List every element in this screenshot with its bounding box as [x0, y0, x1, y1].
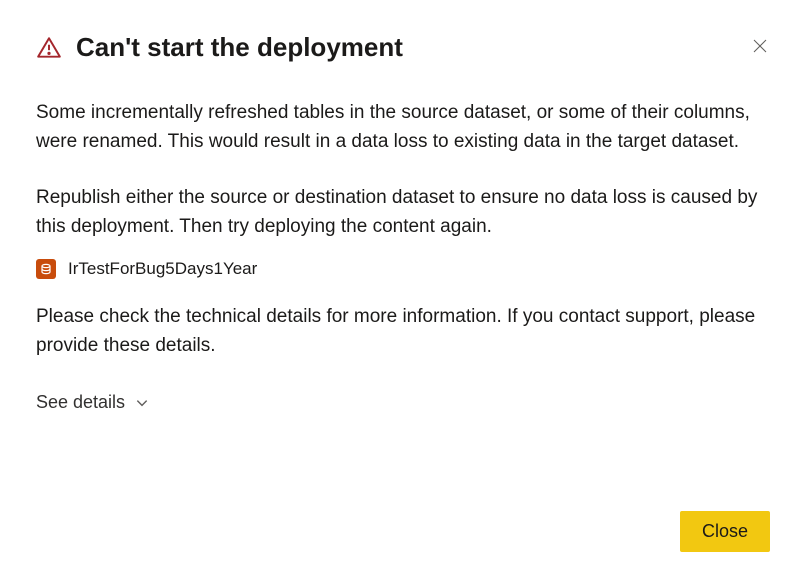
- dataset-row: IrTestForBug5Days1Year: [36, 259, 770, 279]
- dataset-icon: [36, 259, 56, 279]
- message-paragraph-3: Please check the technical details for m…: [36, 303, 770, 360]
- error-dialog: Can't start the deployment Some incremen…: [0, 0, 806, 580]
- warning-icon: [36, 35, 62, 61]
- dialog-header: Can't start the deployment: [36, 32, 770, 63]
- dialog-body: Some incrementally refreshed tables in t…: [36, 99, 770, 413]
- see-details-toggle[interactable]: See details: [36, 392, 149, 413]
- dialog-title: Can't start the deployment: [76, 32, 403, 63]
- message-paragraph-1: Some incrementally refreshed tables in t…: [36, 99, 770, 156]
- close-button[interactable]: Close: [680, 511, 770, 552]
- dialog-footer: Close: [680, 511, 770, 552]
- close-icon[interactable]: [750, 36, 770, 56]
- dataset-name: IrTestForBug5Days1Year: [68, 259, 257, 279]
- message-paragraph-2: Republish either the source or destinati…: [36, 184, 770, 241]
- see-details-label: See details: [36, 392, 125, 413]
- chevron-down-icon: [135, 396, 149, 410]
